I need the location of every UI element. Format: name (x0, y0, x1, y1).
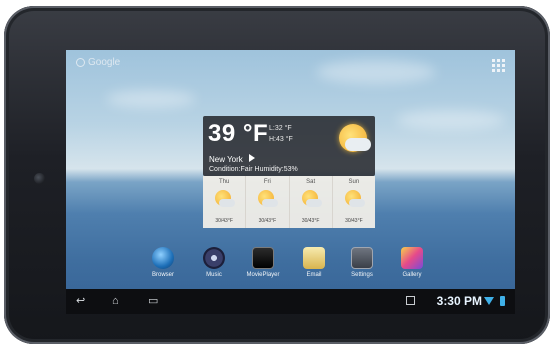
cloud-icon (305, 199, 322, 207)
envelope-icon (303, 247, 325, 269)
app-label: Music (206, 272, 222, 278)
city-name: New York (209, 155, 243, 164)
status-clock: 3:30 PM (436, 294, 482, 308)
forecast-day: Thu 30/43°F (203, 176, 245, 228)
forecast-temp: 30/43°F (215, 218, 233, 224)
app-label: Email (306, 272, 322, 278)
browser-app[interactable]: Browser (141, 247, 185, 278)
back-icon[interactable]: ↩ (76, 295, 85, 307)
forecast-row: Thu 30/43°F Fri 30/43°F Sat 30/43°F Sun … (203, 176, 375, 228)
google-search-bar[interactable]: Google (76, 57, 120, 68)
tablet-frame: Google 39 °F L:32 °F H:43 °F New York Co… (4, 6, 550, 344)
app-label: MoviePlayer (246, 272, 280, 278)
globe-icon (152, 247, 174, 269)
play-icon[interactable] (249, 154, 255, 162)
current-temperature: 39 °F (208, 120, 269, 147)
forecast-day-name: Sat (306, 179, 316, 185)
gallery-app[interactable]: Gallery (390, 247, 434, 278)
battery-icon (500, 296, 505, 306)
low-high-temps: L:32 °F H:43 °F (269, 123, 293, 145)
forecast-day-name: Thu (218, 179, 230, 185)
forecast-temp: 30/43°F (258, 218, 277, 224)
movieplayer-app[interactable]: MoviePlayer (241, 247, 285, 278)
recent-apps-icon[interactable]: ▭ (148, 295, 158, 307)
notification-icon[interactable] (406, 296, 415, 305)
gallery-icon (401, 247, 423, 269)
system-navigation-bar: ↩ ⌂ ▭ 3:30 PM (66, 289, 515, 314)
forecast-day: Sat 30/43°F (288, 176, 332, 228)
low-temp: L:32 °F (269, 125, 292, 132)
clapperboard-icon (252, 247, 274, 269)
cloud-icon (219, 199, 235, 207)
app-dock: Browser Music MoviePlayer Email Settings… (66, 247, 515, 287)
weather-condition: Condition:Fair Humidity:53% (209, 166, 298, 173)
forecast-temp: 30/43°F (345, 218, 363, 224)
wifi-icon (484, 297, 494, 305)
google-label: Google (88, 57, 121, 68)
app-drawer-button[interactable] (492, 59, 505, 72)
home-icon[interactable]: ⌂ (112, 295, 119, 307)
forecast-day: Fri 30/43°F (245, 176, 288, 228)
settings-icon (351, 247, 373, 269)
settings-app[interactable]: Settings (340, 247, 384, 278)
home-screen: Google 39 °F L:32 °F H:43 °F New York Co… (66, 50, 515, 314)
high-temp: H:43 °F (269, 136, 293, 143)
forecast-day-name: Fri (263, 179, 271, 185)
forecast-temp: 30/43°F (301, 218, 320, 224)
email-app[interactable]: Email (292, 247, 336, 278)
app-label: Settings (351, 272, 373, 278)
cloud-icon (345, 138, 371, 151)
front-camera (34, 173, 45, 184)
search-icon (76, 58, 85, 67)
app-label: Gallery (402, 272, 422, 278)
app-label: Browser (151, 272, 174, 278)
forecast-day-name: Sun (348, 179, 360, 185)
music-app[interactable]: Music (192, 247, 236, 278)
weather-widget[interactable]: 39 °F L:32 °F H:43 °F New York Condition… (203, 116, 375, 228)
speaker-icon (203, 247, 225, 269)
cloud-icon (262, 199, 279, 207)
cloud-icon (348, 199, 365, 207)
weather-current-panel: 39 °F L:32 °F H:43 °F New York Condition… (203, 116, 375, 176)
forecast-day: Sun 30/43°F (331, 176, 375, 228)
